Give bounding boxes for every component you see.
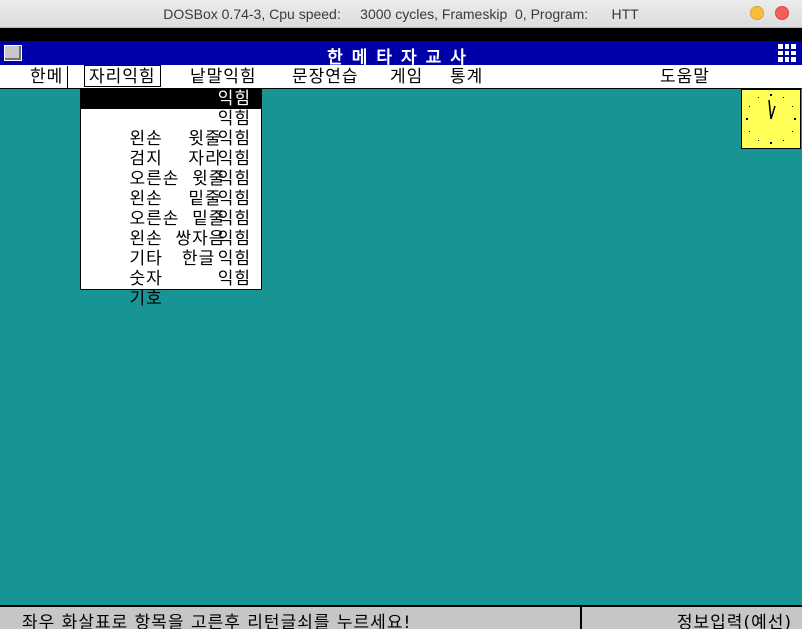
statusbar: 좌우 화살표로 항목을 고른후 리턴글쇠를 누르세요! 정보입력(예선) [0, 605, 802, 629]
menu-help[interactable]: 도움말 [656, 66, 714, 88]
host-window-title: DOSBox 0.74-3, Cpu speed: 3000 cycles, F… [163, 6, 639, 22]
status-mode: 정보입력(예선) [676, 613, 792, 629]
menu-stats[interactable]: 통계 [446, 66, 487, 88]
minute-hand [768, 99, 772, 120]
dropdown-item-symbols[interactable]: 기호 익힘 [81, 269, 261, 309]
dropdown-item-right-lower[interactable]: 오른손 밑줄 익힘 [81, 189, 261, 229]
dropdown-item-suffix: 익힘 [217, 109, 251, 129]
dropdown-item-right-upper[interactable]: 오른손 윗줄 익힘 [81, 149, 261, 189]
dropdown-item-suffix: 익힘 [217, 169, 251, 189]
dropdown-item-left-double-consonant[interactable]: 왼손 쌍자음 익힘 [81, 209, 261, 249]
menu-jari-ikhim[interactable]: 자리익힘 [84, 65, 161, 87]
menubar: 한메 자리익힘 낱말익힘 문장연습 게임 통계 도움말 [0, 65, 802, 89]
menu-hanme[interactable]: 한메 [26, 66, 69, 88]
dropdown-item-suffix: 익힘 [217, 269, 251, 289]
dropdown-item-suffix: 익힘 [217, 249, 251, 269]
dropdown-item-suffix: 익힘 [217, 149, 251, 169]
menu-game[interactable]: 게임 [386, 66, 427, 88]
dropdown-item-suffix: 익힘 [217, 209, 251, 229]
dropdown-item-suffix: 익힘 [217, 129, 251, 149]
app-titlebar: 한메타자교사 [0, 41, 802, 68]
minimize-button[interactable] [750, 6, 764, 20]
dropdown-item-label: 기호 [129, 289, 163, 309]
clock-face [746, 94, 796, 144]
status-hint: 좌우 화살표로 항목을 고른후 리턴글쇠를 누르세요! [22, 613, 412, 629]
dropdown-item-other-hangul[interactable]: 기타 한글 익힘 [81, 229, 261, 269]
dropdown-item-suffix: 익힘 [217, 229, 251, 249]
screen-top-band [0, 28, 802, 41]
hour-hand [770, 105, 776, 120]
grid-icon[interactable] [778, 44, 796, 62]
menu-munjang-yeonseup[interactable]: 문장연습 [288, 66, 363, 88]
jari-ikhim-dropdown: 기본 자리 익힘 왼손 윗줄 익힘 검지 자리 익힘 오른손 윗줄 익힘 왼손 … [80, 88, 262, 309]
dropdown-item-numbers[interactable]: 숫자 익힘 [81, 249, 261, 289]
dropdown-item-left-upper[interactable]: 왼손 윗줄 익힘 [81, 109, 261, 149]
dropdown-item-suffix: 익힘 [217, 189, 251, 209]
clock-icon [741, 89, 801, 149]
menu-natmal-ikhim[interactable]: 낱말익힘 [186, 66, 261, 88]
dos-screen: 한메타자교사 한메 자리익힘 낱말익힘 문장연습 게임 통계 도움말 기본 자리… [0, 28, 802, 629]
dropdown-item-left-lower[interactable]: 왼손 밑줄 익힘 [81, 169, 261, 209]
dropdown-item-basic[interactable]: 기본 자리 익힘 [81, 89, 261, 129]
status-divider [580, 607, 582, 629]
host-titlebar: DOSBox 0.74-3, Cpu speed: 3000 cycles, F… [0, 0, 802, 28]
close-button[interactable] [775, 6, 789, 20]
dropdown-item-suffix: 익힘 [217, 89, 251, 109]
dropdown-item-index-finger[interactable]: 검지 자리 익힘 [81, 129, 261, 169]
